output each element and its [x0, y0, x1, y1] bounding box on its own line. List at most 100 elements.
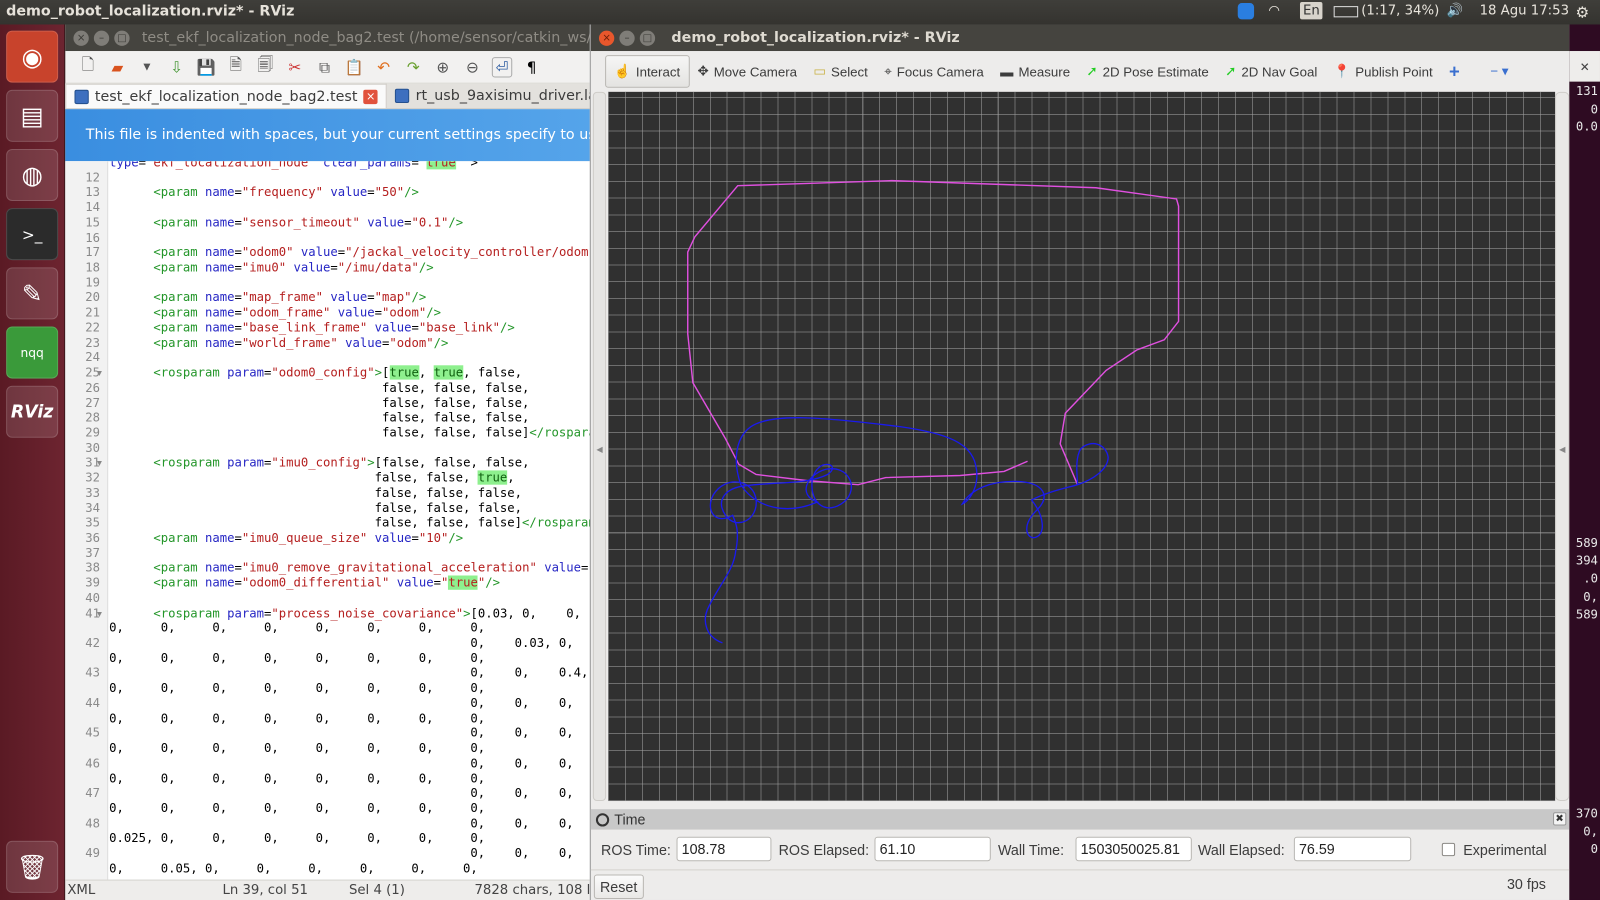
code-token: =	[234, 335, 242, 350]
keyboard-layout-indicator[interactable]: En	[1299, 2, 1323, 20]
save-icon[interactable]: ⇩	[166, 58, 186, 76]
chevron-down-icon[interactable]: ▼	[137, 62, 157, 72]
tool-measure[interactable]: ▬ Measure	[992, 55, 1078, 88]
revert-icon[interactable]: 🗎	[226, 54, 246, 80]
code-editor[interactable]: type = "ekf_localization_node" clear_param…	[65, 161, 592, 880]
maximize-window-button[interactable]: □	[114, 30, 130, 46]
tool-2d-pose-estimate[interactable]: ➚ 2D Pose Estimate	[1078, 55, 1217, 88]
redo-icon[interactable]: ↷	[403, 58, 423, 76]
tool-label: Interact	[635, 63, 681, 80]
close-icon[interactable]: ×	[363, 89, 378, 104]
line-number: 18	[85, 260, 100, 275]
code-token: "process_noise_covariance"	[271, 605, 464, 620]
close-window-button[interactable]: ×	[73, 30, 89, 46]
code-token: "odom0_config"	[271, 365, 375, 380]
code-token: "frequency"	[241, 185, 324, 200]
code-token: type	[109, 161, 139, 170]
3d-viewport[interactable]	[608, 91, 1556, 802]
close-window-button[interactable]: ×	[598, 30, 615, 46]
ros-time-field[interactable]: 108.78	[676, 836, 772, 862]
code-token: 0, 0, 0, 0, 0, 0, 0, 0,	[109, 770, 486, 786]
paste-icon[interactable]: 📋	[344, 58, 364, 76]
launcher-rviz-icon[interactable]: RViz	[6, 385, 59, 438]
line-text: <param name="imu0_remove_gravitational_a…	[109, 561, 591, 576]
volume-icon[interactable]: 🔊	[1447, 3, 1464, 18]
wrap-icon[interactable]: ⏎	[491, 56, 513, 78]
battery-icon[interactable]	[1333, 6, 1359, 18]
tab-rt-usb[interactable]: rt_usb_9axisimu_driver.la	[387, 84, 605, 108]
tool-2d-nav-goal[interactable]: ➚ 2D Nav Goal	[1217, 55, 1325, 88]
fold-arrow-icon[interactable]: ▼	[97, 365, 102, 380]
code-line: 0, 0, 0, 0, 0, 0, 0, 0,	[65, 621, 592, 636]
code-token: "/jackal_velocity_controller/odom"	[345, 245, 592, 260]
close-panel-button[interactable]: ✖	[1553, 812, 1567, 826]
terminal-text: 0	[1590, 842, 1598, 857]
tab-test-ekf[interactable]: test_ekf_localization_node_bag2.test ×	[65, 83, 388, 109]
cursor-position[interactable]: Ln 39, col 51	[222, 883, 308, 898]
experimental-checkbox[interactable]	[1441, 842, 1456, 857]
code-line: 29 false, false, false]</rosparam>	[65, 425, 592, 440]
wall-elapsed-field[interactable]: 76.59	[1293, 836, 1412, 862]
code-token: =	[234, 215, 242, 230]
code-line: 45 0, 0, 0,	[65, 726, 592, 741]
tool-interact[interactable]: ☝ Interact	[605, 55, 690, 88]
code-line: 49 0, 0, 0,	[65, 846, 592, 861]
open-file-icon[interactable]: ▰	[107, 58, 127, 76]
left-dock-handle[interactable]: ◀	[592, 91, 607, 802]
language-selector[interactable]: XML	[67, 883, 95, 898]
launcher-firefox-icon[interactable]: ◍	[6, 148, 59, 202]
wall-time-field[interactable]: 1503050025.81	[1075, 836, 1192, 862]
code-line: 41 ▼ <rosparam param="process_noise_covar…	[65, 606, 592, 621]
fold-arrow-icon[interactable]: ▼	[97, 606, 102, 621]
fold-arrow-icon[interactable]: ▼	[97, 455, 102, 470]
zoom-out-icon[interactable]: ⊖	[462, 58, 482, 76]
line-text: 0, 0, 0.4,	[109, 666, 588, 681]
line-text: <param name="odom0_differential" value="…	[109, 575, 500, 591]
wifi-icon[interactable]: ◠	[1268, 3, 1280, 18]
ros-elapsed-field[interactable]: 61.10	[874, 836, 991, 862]
new-file-icon[interactable]: 🗋	[78, 54, 98, 80]
save-as-icon[interactable]: 💾	[196, 58, 216, 76]
remove-tool-button[interactable]: − ▾	[1482, 55, 1516, 88]
code-line: 0, 0, 0, 0, 0, 0, 0, 0,	[65, 741, 592, 756]
code-token: "10"	[418, 530, 449, 545]
right-dock-handle[interactable]: ◀	[1555, 91, 1570, 802]
code-token: <rosparam	[153, 365, 220, 380]
undo-icon[interactable]: ↶	[373, 58, 393, 76]
launcher-ubuntu-dash-icon[interactable]: ◉	[6, 30, 59, 83]
line-text: 0, 0, 0, 0, 0, 0, 0, 0,	[109, 741, 485, 756]
minimize-window-button[interactable]: –	[619, 30, 635, 46]
teamviewer-icon[interactable]	[1237, 3, 1255, 20]
close-icon[interactable]: ×	[1569, 51, 1600, 82]
tool-focus-camera[interactable]: ⌖ Focus Camera	[876, 55, 992, 88]
close-doc-icon[interactable]: 🗐	[255, 54, 275, 80]
gear-icon[interactable]: ⚙	[1575, 3, 1589, 21]
maximize-window-button[interactable]: □	[639, 30, 656, 46]
minimize-window-button[interactable]: –	[93, 30, 110, 46]
code-token: =	[264, 365, 272, 380]
tool-select[interactable]: ▭ Select	[805, 55, 876, 88]
fps-readout: 30 fps	[1506, 875, 1546, 892]
launcher-files-icon[interactable]: ▤	[6, 89, 59, 142]
pilcrow-icon[interactable]: ¶	[521, 58, 541, 76]
battery-status[interactable]: (1:17, 34%)	[1361, 3, 1439, 18]
add-tool-button[interactable]: +	[1441, 55, 1468, 88]
launcher-trash-icon[interactable]: 🗑	[6, 840, 59, 893]
launcher-text-editor-icon[interactable]: ✎	[6, 267, 59, 320]
tool-move-camera[interactable]: ✥ Move Camera	[689, 55, 805, 88]
clock[interactable]: 18 Agu 17:53	[1480, 3, 1569, 18]
line-number: 15	[85, 215, 100, 230]
code-token: 0, 0, 0,	[109, 846, 574, 861]
cut-icon[interactable]: ✂	[285, 58, 305, 76]
code-token: value	[374, 320, 412, 335]
copy-icon[interactable]: ⧉	[314, 58, 334, 76]
reset-button[interactable]: Reset	[593, 874, 644, 899]
launcher-notepadqq-icon[interactable]: nqq	[6, 326, 59, 379]
terminal-text: 394	[1575, 553, 1598, 568]
tool-publish-point[interactable]: 📍 Publish Point	[1325, 55, 1440, 88]
zoom-in-icon[interactable]: ⊕	[433, 58, 453, 76]
background-terminal[interactable]: × 131 0 0.0 589 394 .0 0, 589 370 0, 0	[1569, 24, 1600, 900]
launcher-terminal-icon[interactable]: >_	[6, 208, 59, 261]
